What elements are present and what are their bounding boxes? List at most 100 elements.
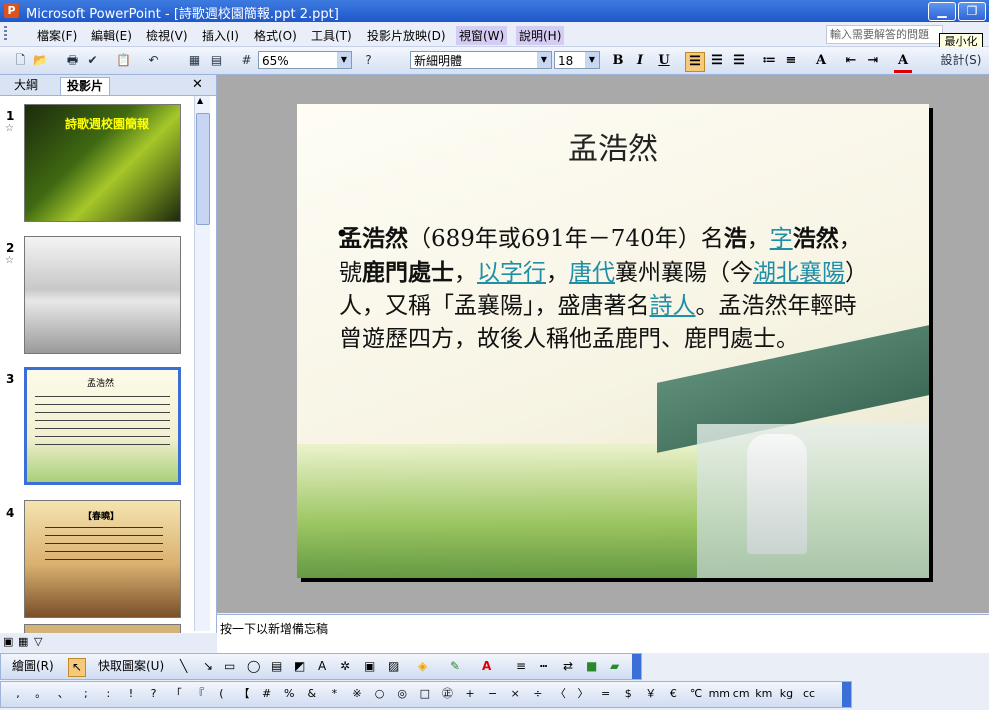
increase-indent-button[interactable]: ⇥ [864, 52, 882, 70]
clipart-icon[interactable]: ▣ [364, 658, 375, 675]
menu-insert[interactable]: 插入(I) [199, 26, 242, 45]
symbol-button[interactable]: : [98, 686, 118, 702]
numbering-button[interactable]: ≔ [760, 52, 778, 70]
dash-style-icon[interactable]: ┅ [540, 658, 547, 675]
powerpoint-app-icon[interactable]: P [4, 3, 19, 18]
slide-thumbnail-3[interactable]: 孟浩然 [24, 367, 181, 485]
undo-icon[interactable]: ↶ [145, 52, 162, 69]
print-icon[interactable]: 🖶 [64, 52, 81, 69]
menu-tools[interactable]: 工具(T) [308, 26, 355, 45]
menu-view[interactable]: 檢視(V) [143, 26, 191, 45]
line-tool-icon[interactable]: ╲ [180, 658, 187, 675]
symbol-button[interactable]: cc [799, 686, 819, 702]
symbol-button[interactable]: 〉 [573, 686, 593, 702]
align-center-button[interactable]: ☰ [708, 52, 726, 70]
spellcheck-icon[interactable]: ✔ [84, 52, 101, 69]
3d-style-icon[interactable]: ▰ [610, 658, 619, 675]
symbol-button[interactable]: ! [121, 686, 141, 702]
italic-button[interactable]: I [631, 52, 649, 70]
toolbar-options-handle[interactable] [632, 654, 641, 679]
notes-placeholder[interactable]: 按一下以新增備忘稿 [220, 620, 328, 637]
symbol-button[interactable]: ÷ [528, 686, 548, 702]
slide-thumbnail-2[interactable] [24, 236, 181, 354]
symbol-button[interactable]: ? [144, 686, 164, 702]
link-hubei[interactable]: 湖北襄陽 [753, 260, 845, 286]
shadow-style-icon[interactable]: ■ [586, 658, 597, 675]
slide-body-text[interactable]: 孟浩然（689年或691年－740年）名浩，字浩然，號鹿門處士，以字行，唐代襄州… [339, 222, 869, 356]
align-right-button[interactable]: ☰ [730, 52, 748, 70]
symbol-button[interactable]: mm [709, 686, 730, 702]
insert-picture-icon[interactable]: ▨ [388, 658, 399, 675]
symbol-button[interactable]: ○ [370, 686, 390, 702]
symbol-button[interactable]: cm [731, 686, 751, 702]
slideshow-view-icon[interactable]: ▽ [34, 635, 42, 648]
symbol-button[interactable]: 「 [166, 686, 186, 702]
rectangle-tool-icon[interactable]: ▭ [224, 658, 235, 675]
wordart-icon[interactable]: A [318, 658, 326, 675]
arrow-tool-icon[interactable]: ↘ [203, 658, 213, 675]
chevron-down-icon[interactable]: ▼ [585, 52, 599, 68]
symbol-button[interactable]: & [302, 686, 322, 702]
symbol-button[interactable]: ℃ [686, 686, 706, 702]
menu-grip-handle[interactable] [4, 26, 7, 42]
grid-icon[interactable]: # [238, 52, 255, 69]
increase-font-button[interactable]: A [812, 52, 830, 70]
bold-button[interactable]: B [609, 52, 627, 70]
menu-file[interactable]: 檔案(F) [34, 26, 80, 45]
symbol-button[interactable]: % [279, 686, 299, 702]
symbol-button[interactable]: − [483, 686, 503, 702]
fill-color-icon[interactable]: ◈ [418, 658, 427, 675]
wordart-tool-icon[interactable]: ◩ [294, 658, 305, 675]
ask-question-input[interactable]: 輸入需要解答的問題 [826, 25, 943, 44]
menu-edit[interactable]: 編輯(E) [88, 26, 135, 45]
link-yizixing[interactable]: 以字行 [477, 260, 546, 286]
current-slide[interactable]: 孟浩然 • 孟浩然（689年或691年－740年）名浩，字浩然，號鹿門處士，以字… [297, 104, 929, 578]
tab-slides[interactable]: 投影片 [60, 77, 111, 95]
symbol-button[interactable]: , [8, 686, 28, 702]
symbol-button[interactable]: kg [776, 686, 796, 702]
select-pointer-icon[interactable]: ↖ [68, 658, 87, 677]
draw-menu-button[interactable]: 繪圖(R) [12, 658, 54, 675]
scrollbar-thumb[interactable] [196, 113, 210, 225]
slide-sorter-icon[interactable]: ▦ [18, 635, 28, 648]
align-left-button[interactable]: ☰ [685, 52, 705, 72]
symbol-button[interactable]: 。 [31, 686, 51, 702]
paste-icon[interactable]: 📋 [115, 52, 132, 69]
chevron-down-icon[interactable]: ▼ [337, 52, 351, 68]
new-file-icon[interactable]: 🗋 [12, 52, 29, 69]
oval-tool-icon[interactable]: ◯ [247, 658, 260, 675]
symbol-button[interactable]: 『 [189, 686, 209, 702]
symbol-button[interactable]: € [663, 686, 683, 702]
link-shiren[interactable]: 詩人 [650, 293, 696, 319]
underline-button[interactable]: U [655, 52, 673, 70]
font-size-select[interactable]: 18 ▼ [554, 51, 600, 69]
menu-help[interactable]: 說明(H) [516, 26, 565, 45]
menu-format[interactable]: 格式(O) [251, 26, 300, 45]
link-tangdai[interactable]: 唐代 [569, 260, 615, 286]
symbol-button[interactable]: ◎ [392, 686, 412, 702]
symbol-button[interactable]: 〈 [550, 686, 570, 702]
slide-thumbnail-5-partial[interactable] [24, 624, 181, 633]
menu-slideshow[interactable]: 投影片放映(D) [364, 26, 449, 45]
symbol-button[interactable]: ; [76, 686, 96, 702]
symbol-button[interactable]: 、 [53, 686, 73, 702]
symbol-button[interactable]: $ [618, 686, 638, 702]
slide-thumbnail-1[interactable]: 詩歌週校園簡報 [24, 104, 181, 222]
notes-pane[interactable] [217, 614, 989, 653]
slide-thumbnail-4[interactable]: 【春曉】 [24, 500, 181, 618]
textbox-tool-icon[interactable]: ▤ [271, 658, 282, 675]
insert-chart-icon[interactable]: ▤ [208, 52, 225, 69]
bullets-button[interactable]: ≡ [782, 52, 800, 70]
arrow-style-icon[interactable]: ⇄ [563, 658, 573, 675]
restore-button[interactable]: ❐ [958, 2, 986, 21]
symbol-toolbar-options-handle[interactable] [842, 682, 851, 707]
font-select[interactable]: 新細明體 ▼ [410, 51, 552, 69]
diagram-tool-icon[interactable]: ✲ [340, 658, 350, 675]
autoshapes-button[interactable]: 快取圖案(U) [98, 658, 164, 675]
symbol-button[interactable]: # [257, 686, 277, 702]
font-color-icon[interactable]: A [482, 658, 491, 675]
symbol-button[interactable]: × [505, 686, 525, 702]
symbol-button[interactable]: * [324, 686, 344, 702]
slide-title[interactable]: 孟浩然 [297, 124, 929, 168]
pane-scrollbar[interactable]: ▲ [194, 96, 210, 631]
